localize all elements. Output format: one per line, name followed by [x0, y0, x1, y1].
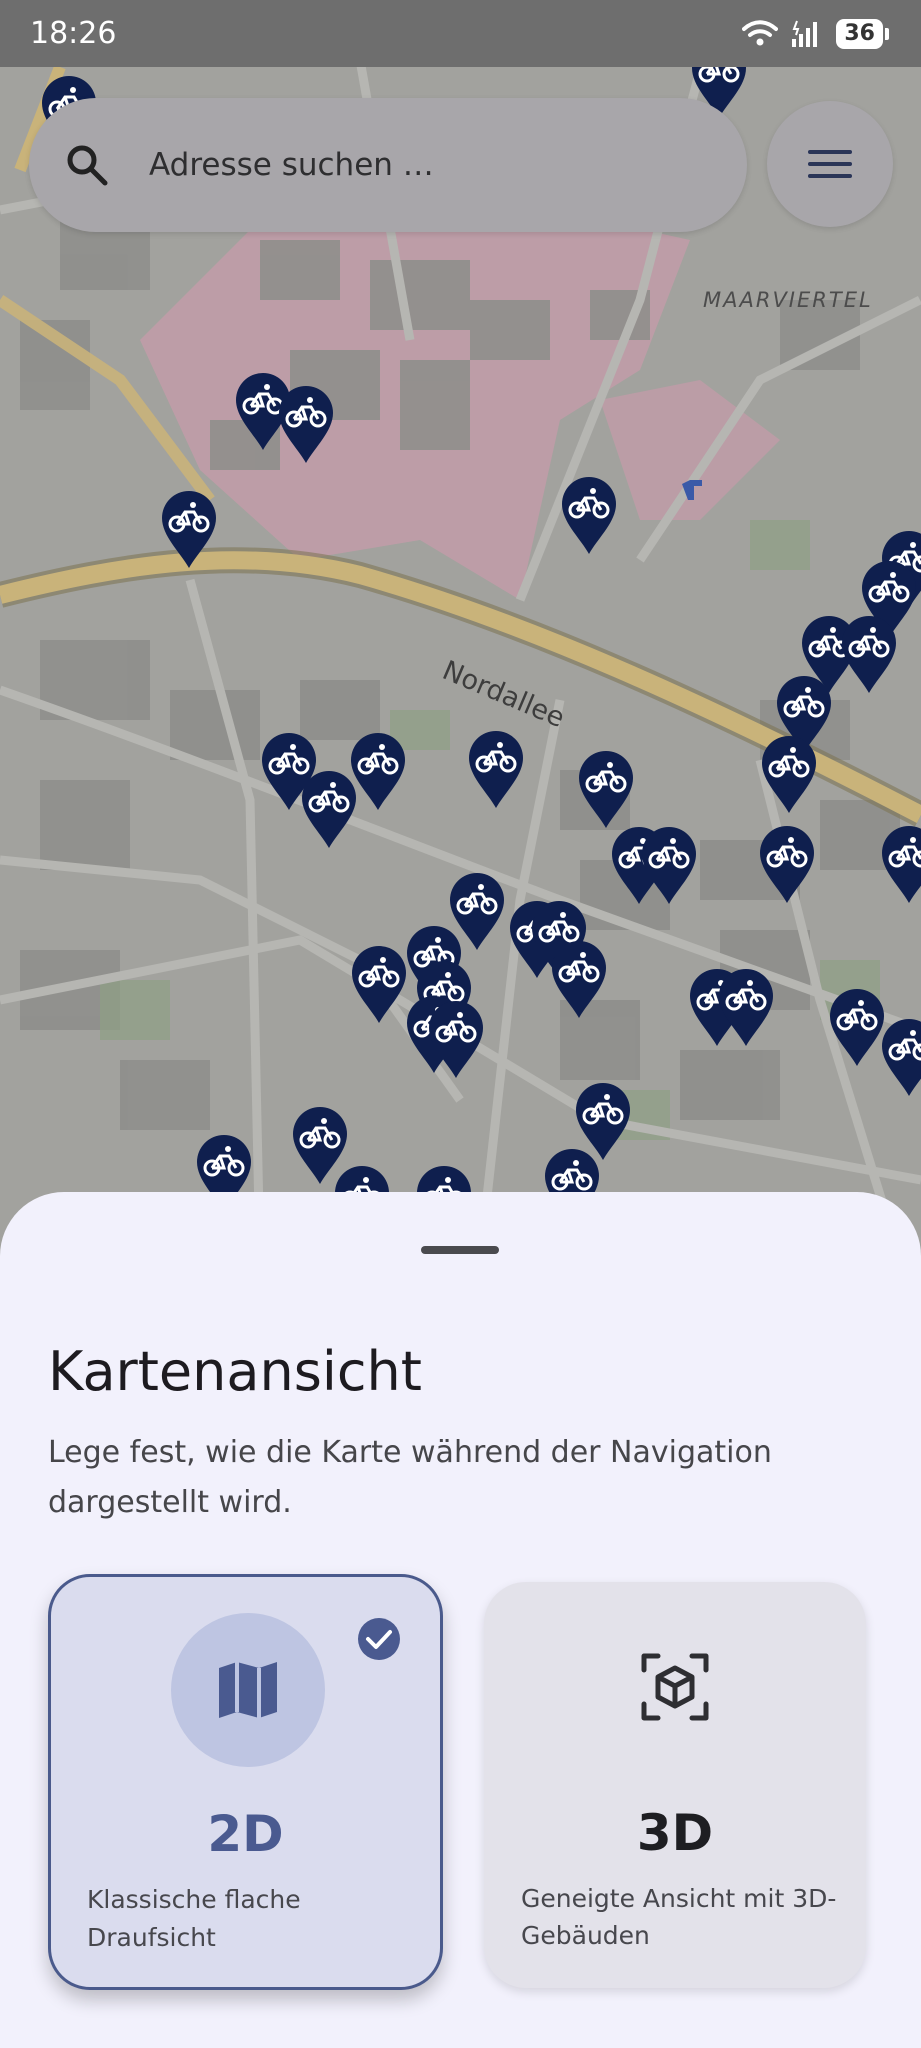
- bike-station-pin[interactable]: [350, 945, 408, 1025]
- sheet-description: Lege fest, wie die Karte während der Nav…: [48, 1435, 772, 1520]
- bike-station-pin[interactable]: [828, 988, 886, 1068]
- search-bar[interactable]: [29, 98, 747, 232]
- selected-check-icon: [358, 1618, 400, 1660]
- bike-station-pin[interactable]: [577, 750, 635, 830]
- bike-station-pin[interactable]: [160, 490, 218, 570]
- bike-station-pin[interactable]: [349, 732, 407, 812]
- option-2d-description: Klassische flache Draufsicht: [87, 1885, 301, 1952]
- bike-station-pin[interactable]: [758, 825, 816, 905]
- bike-station-pin[interactable]: [550, 940, 608, 1020]
- map-icon-circle: [171, 1613, 325, 1767]
- bike-station-pin[interactable]: [467, 730, 525, 810]
- battery-indicator: 36: [836, 18, 889, 49]
- menu-button[interactable]: [767, 101, 893, 227]
- search-input[interactable]: [147, 146, 671, 184]
- search-icon: [67, 145, 108, 186]
- status-bar: 18:26 36: [0, 0, 921, 67]
- bike-station-pin[interactable]: [427, 1000, 485, 1080]
- hamburger-menu-icon: [808, 150, 852, 178]
- clock: 18:26: [30, 16, 117, 51]
- district-label: MAARVIERTEL: [703, 288, 873, 312]
- signal-icon: [792, 20, 818, 47]
- bike-station-pin[interactable]: [840, 615, 898, 695]
- drag-handle[interactable]: [421, 1246, 499, 1254]
- bike-station-pin[interactable]: [277, 385, 335, 465]
- option-2d-label: 2D: [207, 1805, 284, 1863]
- option-3d-label: 3D: [636, 1804, 714, 1862]
- bike-station-pin[interactable]: [560, 476, 618, 556]
- bike-station-pin[interactable]: [760, 735, 818, 815]
- cube-icon: [641, 1653, 709, 1721]
- sheet-title: Kartenansicht: [48, 1340, 422, 1403]
- wifi-icon: [742, 19, 779, 45]
- option-2d-card[interactable]: 2D Klassische flache Draufsicht: [48, 1574, 443, 1990]
- option-3d-description: Geneigte Ansicht mit 3D-Gebäuden: [521, 1884, 837, 1950]
- status-icons: 36: [742, 18, 889, 49]
- option-3d-card[interactable]: 3D Geneigte Ansicht mit 3D-Gebäuden: [484, 1582, 866, 1988]
- bike-station-pin[interactable]: [880, 1018, 921, 1098]
- bike-station-pin[interactable]: [640, 826, 698, 906]
- bike-station-pin[interactable]: [880, 825, 921, 905]
- map-icon: [219, 1662, 277, 1718]
- bike-station-pin[interactable]: [717, 968, 775, 1048]
